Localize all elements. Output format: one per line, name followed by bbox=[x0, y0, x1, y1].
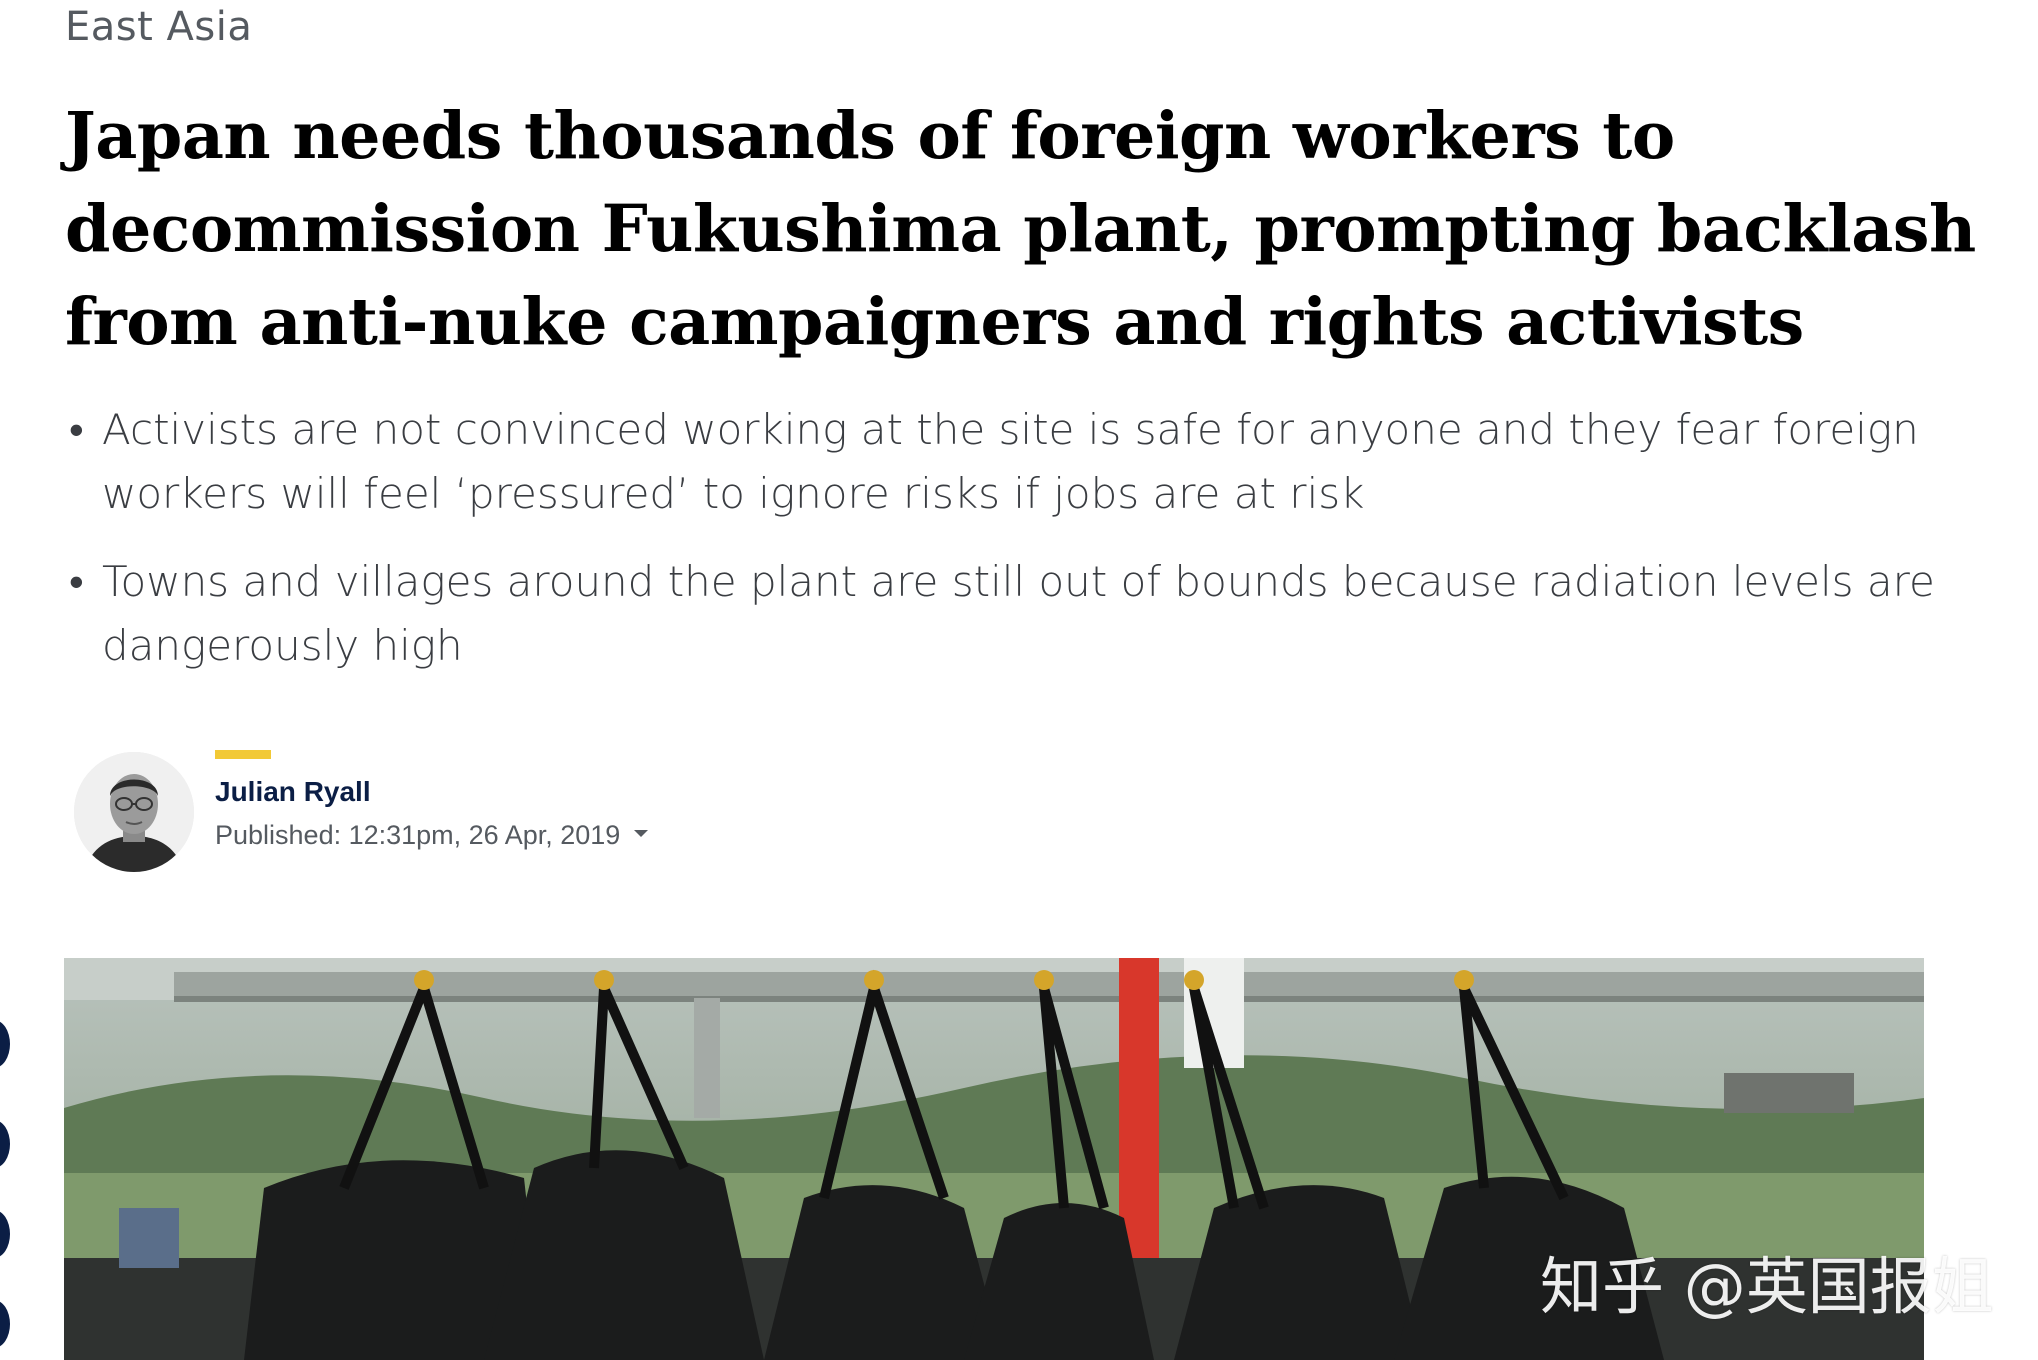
author-name[interactable]: Julian Ryall bbox=[215, 776, 371, 808]
author-photo bbox=[74, 752, 194, 872]
byline: Julian Ryall Published: 12:31pm, 26 Apr,… bbox=[74, 750, 974, 875]
bullet-icon: • bbox=[69, 557, 84, 606]
summary-text: Activists are not convinced working at t… bbox=[102, 405, 1919, 518]
dot-icon bbox=[0, 1020, 10, 1068]
author-accent-bar bbox=[215, 750, 271, 759]
summary-text: Towns and villages around the plant are … bbox=[102, 557, 1935, 670]
chevron-down-icon[interactable] bbox=[634, 830, 649, 838]
summary-item: • Towns and villages around the plant ar… bbox=[65, 550, 1945, 678]
headline: Japan needs thousands of foreign workers… bbox=[65, 98, 1976, 360]
dot-icon bbox=[0, 1300, 10, 1348]
side-decoration bbox=[0, 1020, 14, 1360]
summary-list: • Activists are not convinced working at… bbox=[65, 398, 1945, 702]
author-avatar[interactable] bbox=[74, 752, 194, 872]
dot-icon bbox=[0, 1120, 10, 1168]
publish-date-text: Published: 12:31pm, 26 Apr, 2019 bbox=[215, 820, 621, 850]
dot-icon bbox=[0, 1210, 10, 1258]
publish-date[interactable]: Published: 12:31pm, 26 Apr, 2019 bbox=[215, 820, 649, 851]
summary-item: • Activists are not convinced working at… bbox=[65, 398, 1945, 526]
section-label[interactable]: East Asia bbox=[65, 4, 252, 50]
bullet-icon: • bbox=[69, 405, 84, 454]
watermark: 知乎 @英国报姐 bbox=[1540, 1250, 1994, 1323]
